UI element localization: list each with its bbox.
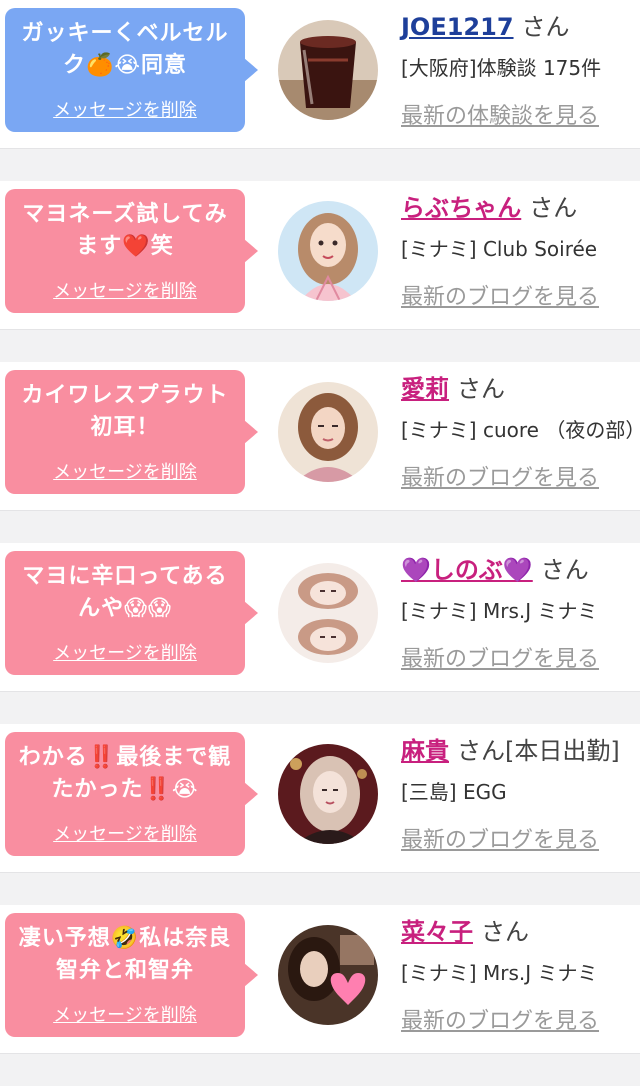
- latest-post-link[interactable]: 最新の体験談を見る: [401, 98, 640, 130]
- honorific-label: さん: [540, 556, 589, 584]
- avatar[interactable]: [278, 20, 378, 120]
- divider: [0, 692, 640, 724]
- woman-photo-icon: [278, 382, 378, 482]
- shop-label: [三島] EGG: [401, 780, 507, 804]
- user-name-link[interactable]: JOE1217: [401, 13, 514, 41]
- message-text: カイワレスプラウト初耳！: [21, 383, 229, 440]
- message-card: マヨに辛口ってあるんや😱😱 メッセージを削除 💜しのぶ💜 さん [ミナミ] Mrs…: [0, 543, 640, 692]
- message-text: ガッキーくベルセルク🍊😭同意: [21, 21, 229, 78]
- avatar[interactable]: [278, 744, 378, 844]
- message-text: 凄い予想🤣私は奈良智弁と和智弁: [18, 926, 232, 983]
- delete-message-link[interactable]: メッセージを削除: [5, 1001, 245, 1027]
- user-name-link[interactable]: らぶちゃん: [401, 194, 521, 222]
- drink-glass-photo-icon: [278, 20, 378, 120]
- cartoon-girl-illustration-icon: [278, 201, 378, 301]
- woman-photo-icon: [278, 563, 378, 663]
- message-card: ガッキーくベルセルク🍊😭同意 メッセージを削除 JOE1217 さん [大阪府]体…: [0, 0, 640, 149]
- message-bubble: マヨに辛口ってあるんや😱😱 メッセージを削除: [5, 551, 258, 675]
- message-card: マヨネーズ試してみます❤️笑 メッセージを削除 らぶちゃん さん [ミナミ] Cl…: [0, 181, 640, 330]
- message-bubble: ガッキーくベルセルク🍊😭同意 メッセージを削除: [5, 8, 258, 132]
- message-bubble: カイワレスプラウト初耳！ メッセージを削除: [5, 370, 258, 494]
- message-text: マヨに辛口ってあるんや😱😱: [22, 564, 228, 621]
- user-name-link[interactable]: 💜しのぶ💜: [401, 556, 533, 584]
- shop-label: [ミナミ] cuore （夜の部）: [401, 418, 640, 442]
- message-card: わかる‼️最後まで観たかった‼️😭 メッセージを削除 麻貴 さん[本日出勤] [三…: [0, 724, 640, 873]
- honorific-label: さん: [457, 375, 505, 403]
- message-card: 凄い予想🤣私は奈良智弁と和智弁 メッセージを削除 菜々子 さん [ミナミ] Mrs…: [0, 905, 640, 1054]
- message-list: ガッキーくベルセルク🍊😭同意 メッセージを削除 JOE1217 さん [大阪府]体…: [0, 0, 640, 1086]
- honorific-label: さん: [457, 737, 505, 765]
- shop-label: [ミナミ] Club Soirée: [401, 237, 598, 261]
- user-info: 愛莉 さん [ミナミ] cuore （夜の部） 最新のブログを見る: [401, 372, 640, 492]
- delete-message-link[interactable]: メッセージを削除: [5, 458, 245, 484]
- latest-post-link[interactable]: 最新のブログを見る: [401, 641, 640, 673]
- avatar[interactable]: [278, 382, 378, 482]
- honorific-label: さん: [529, 194, 578, 222]
- user-name-link[interactable]: 愛莉: [401, 375, 449, 403]
- latest-post-link[interactable]: 最新のブログを見る: [401, 822, 640, 854]
- message-bubble: マヨネーズ試してみます❤️笑 メッセージを削除: [5, 189, 258, 313]
- divider: [0, 1054, 640, 1086]
- message-text: マヨネーズ試してみます❤️笑: [22, 202, 228, 259]
- message-bubble: わかる‼️最後まで観たかった‼️😭 メッセージを削除: [5, 732, 258, 856]
- latest-post-link[interactable]: 最新のブログを見る: [401, 1003, 640, 1035]
- honorific-label: さん: [481, 918, 529, 946]
- latest-post-link[interactable]: 最新のブログを見る: [401, 279, 640, 311]
- divider: [0, 511, 640, 543]
- avatar[interactable]: [278, 201, 378, 301]
- user-info: 麻貴 さん[本日出勤] [三島] EGG 最新のブログを見る: [401, 734, 640, 854]
- user-name-link[interactable]: 菜々子: [401, 918, 473, 946]
- avatar[interactable]: [278, 925, 378, 1025]
- honorific-label: さん: [521, 13, 570, 41]
- message-bubble: 凄い予想🤣私は奈良智弁と和智弁 メッセージを削除: [5, 913, 258, 1037]
- user-name-link[interactable]: 麻貴: [401, 737, 449, 765]
- shop-label: [ミナミ] Mrs.J ミナミ: [401, 599, 598, 623]
- shop-label: [大阪府]体験談 175件: [401, 56, 602, 80]
- latest-post-link[interactable]: 最新のブログを見る: [401, 460, 640, 492]
- avatar[interactable]: [278, 563, 378, 663]
- divider: [0, 873, 640, 905]
- message-card: カイワレスプラウト初耳！ メッセージを削除 愛莉 さん [ミナミ] cuore （…: [0, 362, 640, 511]
- shop-label: [ミナミ] Mrs.J ミナミ: [401, 961, 598, 985]
- divider: [0, 330, 640, 362]
- user-info: JOE1217 さん [大阪府]体験談 175件 最新の体験談を見る: [401, 10, 640, 130]
- delete-message-link[interactable]: メッセージを削除: [5, 277, 245, 303]
- user-info: らぶちゃん さん [ミナミ] Club Soirée 最新のブログを見る: [401, 191, 640, 311]
- delete-message-link[interactable]: メッセージを削除: [5, 820, 245, 846]
- divider: [0, 149, 640, 181]
- delete-message-link[interactable]: メッセージを削除: [5, 639, 245, 665]
- message-text: わかる‼️最後まで観たかった‼️😭: [18, 745, 232, 802]
- delete-message-link[interactable]: メッセージを削除: [5, 96, 245, 122]
- status-label: [本日出勤]: [505, 737, 620, 765]
- user-info: 菜々子 さん [ミナミ] Mrs.J ミナミ 最新のブログを見る: [401, 915, 640, 1035]
- woman-photo-icon: [278, 744, 378, 844]
- heart-photo-icon: [278, 925, 378, 1025]
- user-info: 💜しのぶ💜 さん [ミナミ] Mrs.J ミナミ 最新のブログを見る: [401, 553, 640, 673]
